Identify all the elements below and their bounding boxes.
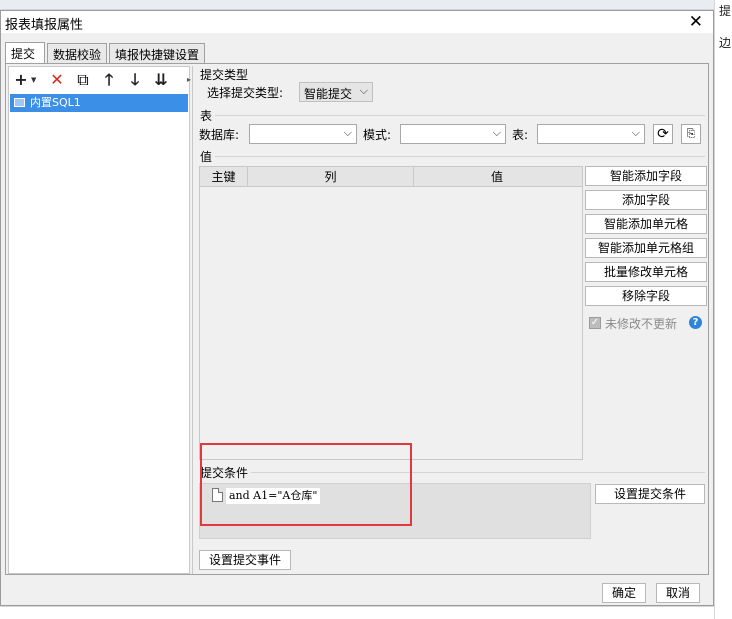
background-toolbar-strip xyxy=(0,0,732,10)
mode-select[interactable]: ⌵ xyxy=(400,124,506,144)
dialog-titlebar: 报表填报属性 ✕ xyxy=(1,11,713,33)
column-header[interactable]: 值 xyxy=(414,167,580,187)
set-submit-event-button[interactable]: 设置提交事件 xyxy=(199,550,291,570)
column-header[interactable]: 主键 xyxy=(200,167,248,187)
section-divider xyxy=(251,472,705,473)
list-toolbar: + ▼ ✕ ⧉ 🡑 🡓 ⇊ ▸ xyxy=(9,67,191,93)
section-value: 值 xyxy=(200,150,213,164)
move-bottom-icon[interactable]: ⇊ xyxy=(151,70,171,90)
value-table[interactable]: 主键 列 值 xyxy=(199,166,583,460)
section-table: 表 xyxy=(200,109,213,123)
table-label: 表: xyxy=(512,128,529,142)
section-divider xyxy=(215,115,705,116)
tab-data-validation[interactable]: 数据校验 xyxy=(47,43,107,63)
table-select[interactable]: ⌵ xyxy=(537,124,645,144)
section-submit-condition: 提交条件 xyxy=(200,466,249,480)
submit-type-label: 选择提交类型: xyxy=(207,86,284,100)
set-submit-condition-button[interactable]: 设置提交条件 xyxy=(595,484,705,504)
background-right-panel: 提 边 xyxy=(714,0,732,619)
collapse-handle-icon[interactable]: ▸ xyxy=(187,75,191,84)
database-label: 数据库: xyxy=(199,128,240,142)
move-down-icon[interactable]: 🡓 xyxy=(125,70,145,90)
chevron-down-icon: ⌵ xyxy=(631,126,640,139)
add-field-button[interactable]: 添加字段 xyxy=(585,190,707,210)
section-divider xyxy=(215,156,705,157)
chevron-down-icon: ⌵ xyxy=(343,126,352,139)
database-icon xyxy=(14,98,25,107)
cancel-button[interactable]: 取消 xyxy=(656,583,700,603)
dropdown-caret-icon[interactable]: ▼ xyxy=(31,76,36,84)
chevron-down-icon: ⌵ xyxy=(492,126,501,139)
condition-item[interactable]: and A1="A仓库" xyxy=(226,488,321,504)
background-bottom-strip xyxy=(0,606,714,619)
smart-add-field-button[interactable]: 智能添加字段 xyxy=(585,166,707,186)
batch-edit-cell-button[interactable]: 批量修改单元格 xyxy=(585,262,707,282)
checkmark-icon[interactable]: ✓ xyxy=(589,317,601,329)
submit-config-pane: 提交类型 选择提交类型: 智能提交 ⌵ 表 数据库: ⌵ 模式: ⌵ 表: ⌵ xyxy=(192,66,708,574)
submit-type-select[interactable]: 智能提交 ⌵ xyxy=(299,82,373,102)
copy-icon[interactable]: ⧉ xyxy=(73,70,93,90)
value-table-header: 主键 列 值 xyxy=(200,167,582,187)
list-item[interactable]: 内置SQL1 xyxy=(10,94,188,112)
section-submit-type: 提交类型 xyxy=(200,68,249,82)
close-icon[interactable]: ✕ xyxy=(689,11,703,33)
refresh-icon[interactable]: ⟳ xyxy=(653,124,673,144)
preview-icon[interactable]: ⎘ xyxy=(681,124,701,144)
condition-list[interactable]: and A1="A仓库" xyxy=(199,483,591,539)
mode-label: 模式: xyxy=(363,128,392,142)
smart-add-cell-button[interactable]: 智能添加单元格 xyxy=(585,214,707,234)
chevron-down-icon: ⌵ xyxy=(359,84,368,97)
no-update-unchanged-option: ✓ 未修改不更新 ? xyxy=(585,315,709,333)
column-header[interactable]: 列 xyxy=(248,167,414,187)
move-up-icon[interactable]: 🡑 xyxy=(99,70,119,90)
ok-button[interactable]: 确定 xyxy=(602,583,646,603)
background-char: 边 xyxy=(719,36,732,50)
delete-icon[interactable]: ✕ xyxy=(47,70,67,90)
submit-list-pane: + ▼ ✕ ⧉ 🡑 🡓 ⇊ ▸ 内置SQL1 xyxy=(8,66,191,574)
submit-type-value: 智能提交 xyxy=(304,87,353,101)
remove-field-button[interactable]: 移除字段 xyxy=(585,286,707,306)
tab-panel-submit: + ▼ ✕ ⧉ 🡑 🡓 ⇊ ▸ 内置SQL1 提交类型 选择提交类型: 智能提交… xyxy=(5,63,709,575)
tab-shortcut-settings[interactable]: 填报快捷键设置 xyxy=(109,43,205,63)
dialog-window: 报表填报属性 ✕ 提交 数据校验 填报快捷键设置 + ▼ ✕ ⧉ 🡑 🡓 ⇊ ▸… xyxy=(0,10,714,606)
list-item-label: 内置SQL1 xyxy=(30,96,81,109)
tab-submit[interactable]: 提交 xyxy=(5,42,45,64)
database-select[interactable]: ⌵ xyxy=(249,124,357,144)
document-icon xyxy=(212,488,223,502)
add-icon[interactable]: + xyxy=(11,70,31,90)
dialog-title: 报表填报属性 xyxy=(5,18,84,33)
smart-add-cell-group-button[interactable]: 智能添加单元格组 xyxy=(585,238,707,258)
help-icon[interactable]: ? xyxy=(689,316,702,329)
no-update-unchanged-label: 未修改不更新 xyxy=(605,317,678,331)
background-char: 提 xyxy=(719,4,732,18)
